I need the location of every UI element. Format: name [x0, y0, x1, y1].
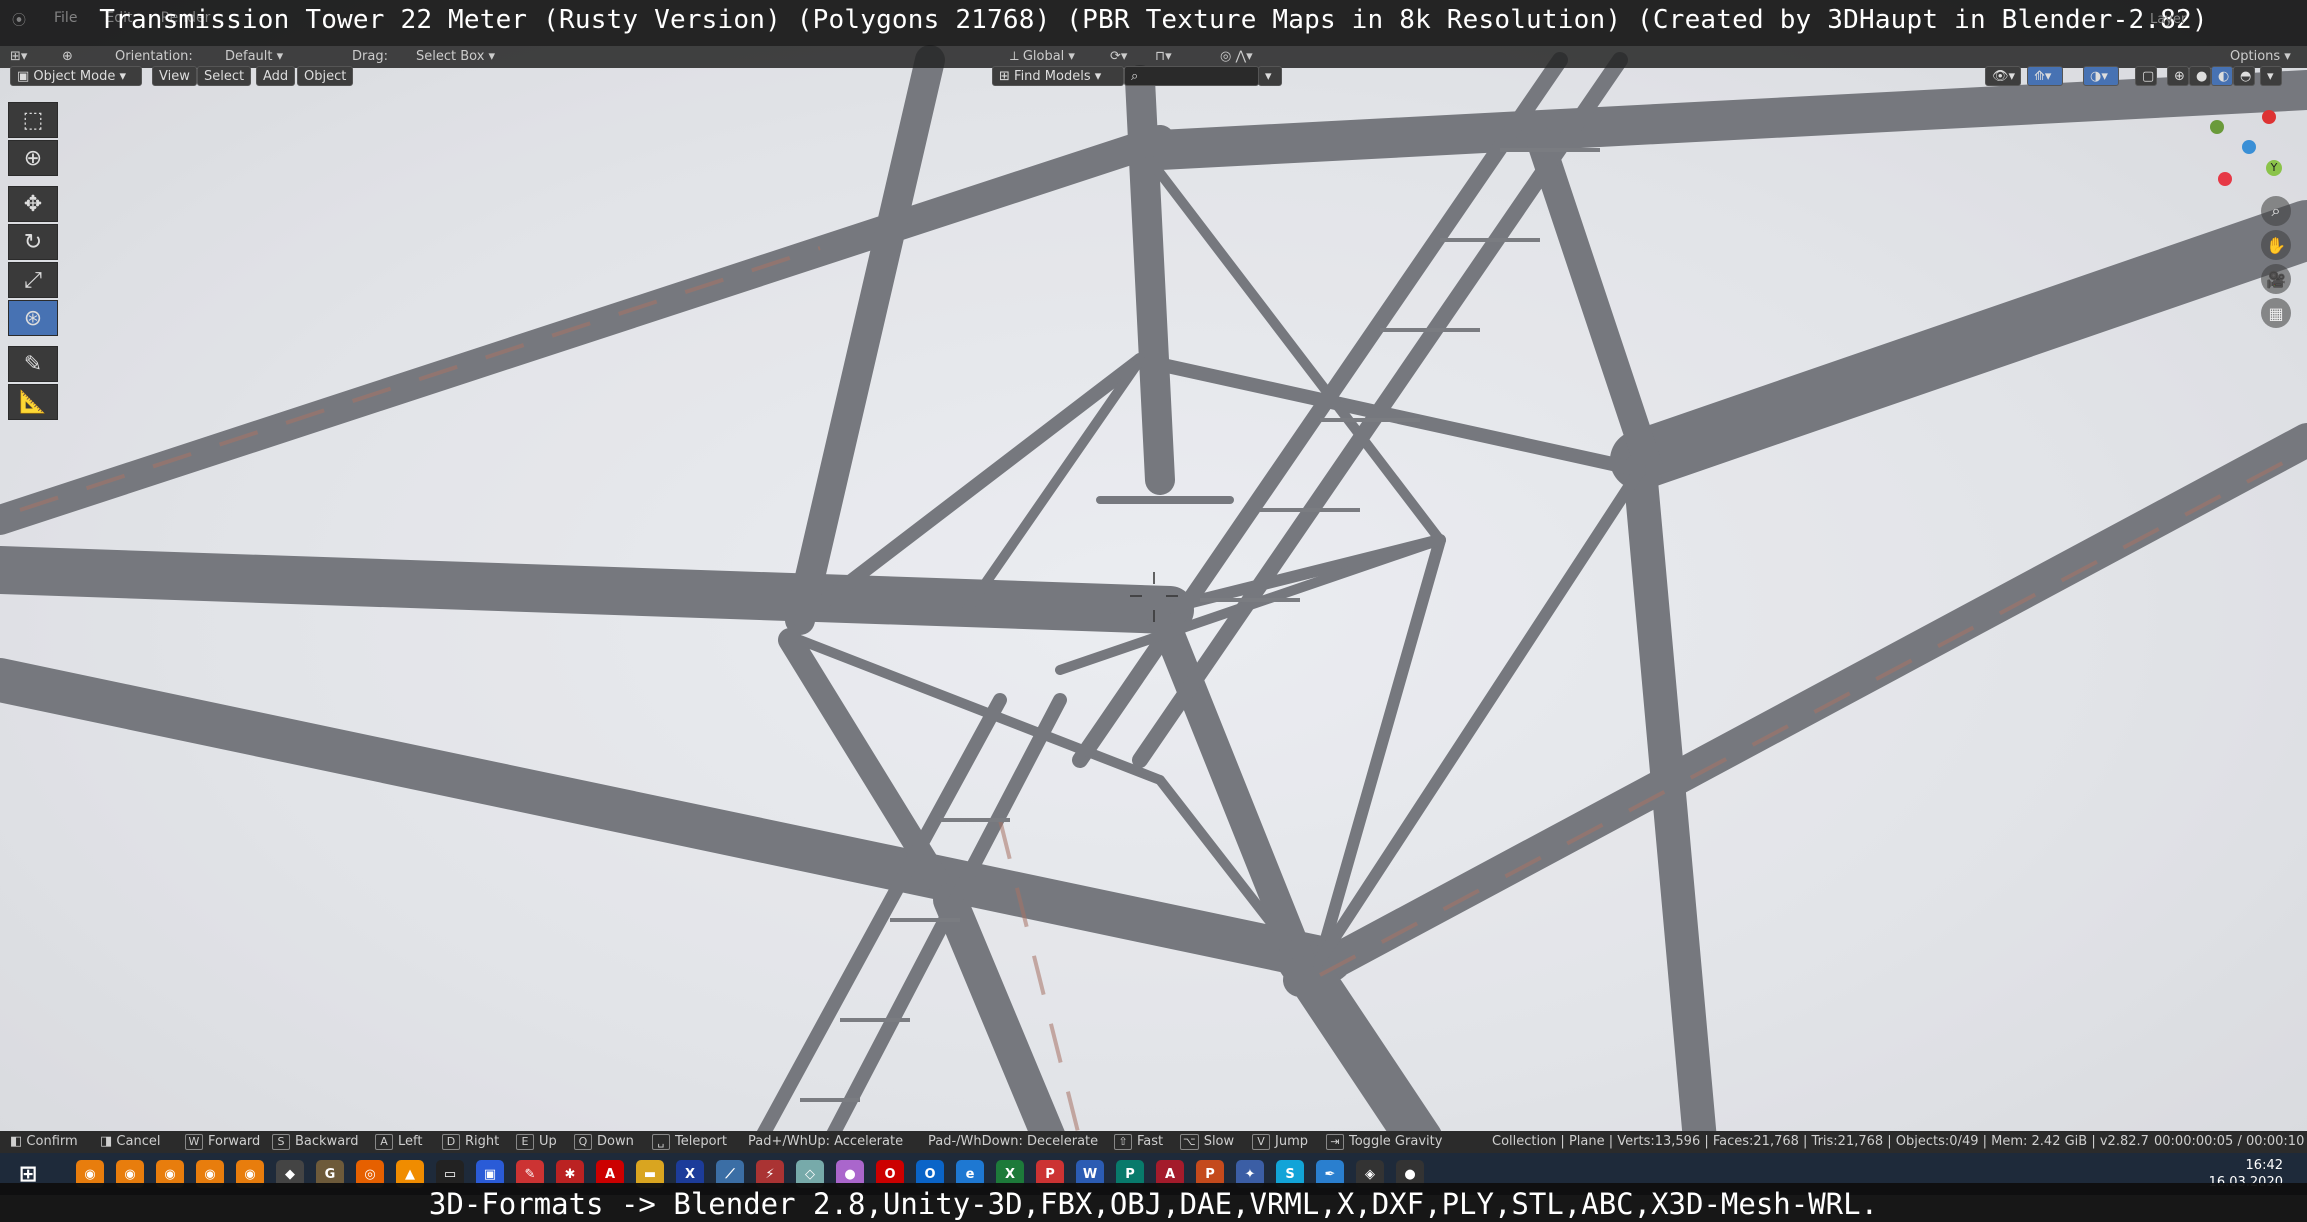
status-teleport: ␣ Teleport: [652, 1134, 727, 1150]
object-menu[interactable]: Object: [297, 66, 354, 86]
status-left: A Left: [375, 1134, 422, 1150]
transform-space-dropdown[interactable]: ⟂ Global ▾: [1010, 47, 1075, 67]
z-axis-icon[interactable]: [2210, 120, 2224, 134]
search-input[interactable]: ⌕: [1124, 66, 1259, 86]
space-key-icon: ␣: [652, 1134, 670, 1150]
mode-dropdown[interactable]: ▣ Object Mode ▾: [10, 66, 142, 86]
mouse-left-icon: ◧: [10, 1134, 27, 1149]
layer-label[interactable]: Layer: [2150, 10, 2186, 30]
3d-viewport[interactable]: [0, 0, 2307, 1222]
options-label: Options: [2230, 49, 2281, 64]
timecode: 00:00:00:05 / 00:00:10: [2154, 1134, 2305, 1149]
material-shading-icon[interactable]: ◐: [2211, 66, 2233, 86]
search-icon: ⌕: [1131, 69, 1139, 84]
camera-icon[interactable]: 🎥: [2261, 264, 2291, 294]
shading-options-icon[interactable]: ▾: [2260, 66, 2282, 86]
status-cancel: ◨ Cancel: [100, 1134, 161, 1149]
drag-dropdown[interactable]: Select Box ▾: [416, 47, 516, 67]
tool-settings-icon[interactable]: ⊕: [62, 47, 73, 67]
pivot-icon[interactable]: ⟳▾: [1110, 47, 1127, 67]
gizmo-toggle-icon[interactable]: ⟰▾: [2027, 66, 2063, 86]
neg-x-axis-icon[interactable]: [2218, 172, 2232, 186]
find-models-label: Find Models: [1014, 69, 1091, 84]
select-menu[interactable]: Select: [197, 66, 252, 86]
title-banner: ⦿ File Edit Render Transmission Tower 22…: [0, 0, 2307, 46]
status-gravity: ⇥ Toggle Gravity: [1326, 1134, 1442, 1150]
view-menu[interactable]: View: [152, 66, 197, 86]
orientation-label: Orientation:: [115, 49, 193, 64]
measure-tool-icon[interactable]: 📐: [8, 384, 58, 420]
move-tool-icon[interactable]: ✥: [8, 186, 58, 222]
x-axis-icon[interactable]: [2262, 110, 2276, 124]
options-dropdown[interactable]: Options ▾: [2230, 47, 2291, 67]
alt-key-icon: ⌥: [1180, 1134, 1199, 1150]
status-confirm: ◧ Confirm: [10, 1134, 78, 1149]
solid-shading-icon[interactable]: ●: [2189, 66, 2211, 86]
proportional-edit-icon[interactable]: ◎ ⋀▾: [1220, 47, 1253, 67]
rendered-shading-icon[interactable]: ◓: [2233, 66, 2255, 86]
annotate-tool-icon[interactable]: ✎: [8, 346, 58, 382]
orientation-value: Default: [225, 49, 273, 64]
overlay-toggle-icon[interactable]: ◑▾: [2083, 66, 2119, 86]
cursor-tool-icon[interactable]: ⊕: [8, 140, 58, 176]
editor-type-icon[interactable]: ⊞▾: [10, 47, 27, 67]
find-models-icon: ⊞: [999, 69, 1015, 84]
status-forward: W Forward: [185, 1134, 260, 1150]
status-right: D Right: [442, 1134, 499, 1150]
status-decelerate: Pad-/WhDown: Decelerate: [928, 1134, 1099, 1149]
rotate-tool-icon[interactable]: ↻: [8, 224, 58, 260]
mode-value: Object Mode: [33, 69, 116, 84]
select-box-tool-icon[interactable]: ⬚: [8, 102, 58, 138]
status-backward: S Backward: [272, 1134, 359, 1150]
video-title: Transmission Tower 22 Meter (Rusty Versi…: [99, 5, 2208, 35]
transform-space-value: Global: [1022, 49, 1065, 64]
tab-key-icon: ⇥: [1326, 1134, 1344, 1150]
status-accelerate: Pad+/WhUp: Accelerate: [748, 1134, 904, 1149]
find-models-dropdown[interactable]: ⊞ Find Models ▾: [992, 66, 1124, 86]
xray-icon[interactable]: ▢: [2135, 66, 2157, 86]
perspective-grid-icon[interactable]: ▦: [2261, 298, 2291, 328]
navigation-gizmo[interactable]: Y: [2200, 110, 2290, 190]
tool-header: ⊞▾ ⊕ Orientation: Default ▾ Drag: Select…: [0, 46, 2307, 68]
formats-caption: 3D-Formats -> Blender 2.8,Unity-3D,FBX,O…: [428, 1187, 1879, 1221]
status-fast: ⇧ Fast: [1114, 1134, 1163, 1150]
transmission-tower-render: [0, 0, 2307, 1222]
search-dropdown-icon[interactable]: ▾: [1258, 66, 1282, 86]
pan-hand-icon[interactable]: ✋: [2261, 230, 2291, 260]
mode-icon: ▣: [17, 69, 34, 84]
caption-banner: 3D-Formats -> Blender 2.8,Unity-3D,FBX,O…: [0, 1183, 2307, 1222]
visibility-icon[interactable]: 👁▾: [1985, 66, 2021, 86]
scene-statistics: Collection | Plane | Verts:13,596 | Face…: [1492, 1134, 2149, 1149]
y-axis-icon[interactable]: Y: [2266, 160, 2282, 176]
orientation-dropdown[interactable]: Default ▾: [225, 47, 335, 67]
center-axis-icon[interactable]: [2242, 140, 2256, 154]
status-jump: V Jump: [1252, 1134, 1308, 1150]
add-menu[interactable]: Add: [256, 66, 296, 86]
mouse-right-icon: ◨: [100, 1134, 117, 1149]
status-down: Q Down: [574, 1134, 634, 1150]
wireframe-shading-icon[interactable]: ⊕: [2167, 66, 2189, 86]
status-bar: ◧ Confirm ◨ Cancel W Forward S Backward AL…: [0, 1131, 2307, 1153]
shift-key-icon: ⇧: [1114, 1134, 1132, 1150]
status-up: E Up: [516, 1134, 557, 1150]
zoom-icon[interactable]: ⌕: [2261, 196, 2291, 226]
scale-tool-icon[interactable]: ⤢: [8, 262, 58, 298]
transform-tool-icon[interactable]: ⊛: [8, 300, 58, 336]
snap-icon[interactable]: ⊓▾: [1155, 47, 1172, 67]
viewport-header: ▣ Object Mode ▾ View Select Add Object ⊞…: [0, 66, 2307, 92]
drag-label: Drag:: [352, 49, 388, 64]
drag-value: Select Box: [416, 49, 485, 64]
clock-time: 16:42: [2245, 1158, 2283, 1173]
status-slow: ⌥ Slow: [1180, 1134, 1234, 1150]
